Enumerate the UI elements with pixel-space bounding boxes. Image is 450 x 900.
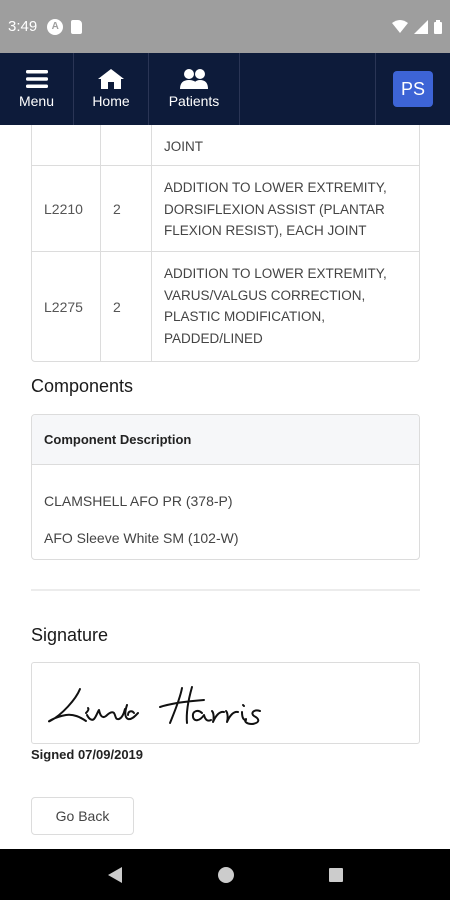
signature-heading: Signature bbox=[31, 625, 109, 645]
status-bar: 3:49 A bbox=[0, 0, 450, 53]
navbar-spacer bbox=[240, 53, 376, 125]
list-item: CLAMSHELL AFO PR (378-P) bbox=[44, 493, 233, 509]
top-navbar: Menu Home Patients PS bbox=[0, 53, 450, 125]
signature-image bbox=[48, 686, 261, 725]
a-badge-icon: A bbox=[47, 18, 64, 35]
main-content: JOINT L2210 2 ADDITION TO LOWER EXTREMIT… bbox=[0, 125, 450, 849]
android-nav-bar bbox=[0, 849, 450, 900]
recents-square-icon[interactable] bbox=[328, 867, 344, 883]
description-cell: JOINT bbox=[164, 138, 203, 154]
code-cell bbox=[32, 125, 101, 165]
home-button[interactable]: Home bbox=[74, 53, 149, 125]
menu-button[interactable]: Menu bbox=[0, 53, 74, 125]
description-cell: ADDITION TO LOWER EXTREMITY, VARUS/VALGU… bbox=[164, 266, 387, 346]
qty-cell bbox=[101, 125, 152, 165]
codes-table: JOINT L2210 2 ADDITION TO LOWER EXTREMIT… bbox=[31, 125, 420, 362]
battery-icon bbox=[434, 19, 442, 34]
avatar: PS bbox=[393, 71, 433, 107]
user-avatar-button[interactable]: PS bbox=[376, 53, 450, 125]
table-row: L2210 2 ADDITION TO LOWER EXTREMITY, DOR… bbox=[32, 166, 419, 252]
qty-cell: 2 bbox=[101, 166, 152, 251]
patients-button[interactable]: Patients bbox=[149, 53, 240, 125]
go-back-button[interactable]: Go Back bbox=[31, 797, 134, 835]
signature-box bbox=[31, 662, 420, 744]
table-row: JOINT bbox=[32, 125, 419, 166]
menu-label: Menu bbox=[18, 93, 55, 109]
back-triangle-icon[interactable] bbox=[106, 866, 124, 884]
section-divider bbox=[31, 589, 420, 591]
wifi-icon bbox=[392, 19, 408, 33]
code-cell: L2210 bbox=[32, 166, 101, 251]
qty-cell: 2 bbox=[101, 252, 152, 361]
components-table-header: Component Description bbox=[32, 415, 419, 465]
users-icon bbox=[180, 69, 208, 89]
code-cell: L2275 bbox=[32, 252, 101, 361]
list-item: AFO Sleeve White SM (102-W) bbox=[44, 530, 239, 546]
signed-date: Signed 07/09/2019 bbox=[31, 747, 144, 762]
table-row: L2275 2 ADDITION TO LOWER EXTREMITY, VAR… bbox=[32, 252, 419, 361]
home-icon bbox=[98, 69, 124, 89]
home-label: Home bbox=[92, 93, 130, 109]
signal-icon bbox=[414, 19, 428, 34]
patients-label: Patients bbox=[168, 93, 220, 109]
description-cell: ADDITION TO LOWER EXTREMITY, DORSIFLEXIO… bbox=[164, 180, 387, 238]
components-heading: Components bbox=[31, 376, 134, 396]
sd-card-icon bbox=[71, 19, 83, 34]
components-card: Component Description CLAMSHELL AFO PR (… bbox=[31, 414, 420, 560]
hamburger-icon bbox=[25, 70, 48, 88]
home-circle-icon[interactable] bbox=[216, 865, 236, 885]
status-time: 3:49 bbox=[8, 18, 38, 35]
